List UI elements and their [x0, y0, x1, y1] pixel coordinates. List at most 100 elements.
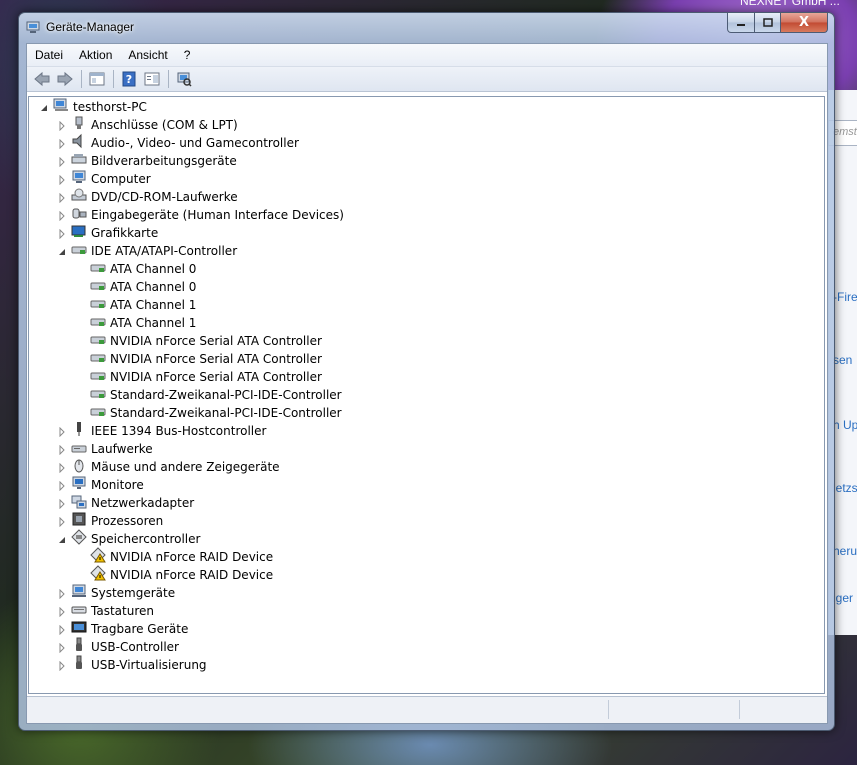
background-text-fragment: letzs	[833, 481, 857, 495]
root-computer-icon	[53, 97, 69, 117]
expand-toggle-icon[interactable]	[57, 134, 71, 153]
tree-node-label: Tastaturen	[91, 604, 154, 618]
tree-node-label: Bildverarbeitungsgeräte	[91, 154, 237, 168]
tree-device[interactable]: NVIDIA nForce Serial ATA Controller	[76, 350, 322, 368]
tree-category[interactable]: Prozessoren	[57, 512, 163, 530]
expand-toggle-icon[interactable]	[57, 602, 71, 621]
tree-category[interactable]: Laufwerke	[57, 440, 153, 458]
expand-toggle-icon[interactable]	[57, 422, 71, 441]
tree-node-label: Netzwerkadapter	[91, 496, 195, 510]
expand-toggle-icon[interactable]	[57, 638, 71, 657]
back-arrow-icon	[34, 71, 50, 87]
hard-drive-icon	[71, 439, 87, 459]
tree-node-label: ATA Channel 0	[110, 262, 197, 276]
menu-ansicht[interactable]: Ansicht	[120, 48, 175, 62]
background-text-fragment: h Up	[833, 418, 857, 432]
background-text-fragment: sen	[833, 353, 853, 367]
help-button[interactable]: ?	[118, 69, 140, 89]
tree-node-label: IDE ATA/ATAPI-Controller	[91, 244, 238, 258]
collapse-toggle-icon[interactable]	[39, 98, 53, 117]
tree-device[interactable]: ATA Channel 1	[76, 296, 196, 314]
tree-category[interactable]: USB-Controller	[57, 637, 179, 657]
console-tree-icon	[89, 72, 105, 86]
expand-toggle-icon[interactable]	[57, 188, 71, 207]
toolbar-separator	[81, 70, 82, 88]
expand-toggle-icon[interactable]	[57, 476, 71, 495]
tree-device[interactable]: NVIDIA nForce Serial ATA Controller	[76, 368, 322, 386]
tree-device[interactable]: NVIDIA nForce RAID Device	[76, 547, 274, 566]
forward-button[interactable]	[54, 69, 76, 89]
properties-button[interactable]	[141, 69, 163, 89]
console-tree-button[interactable]	[86, 69, 108, 89]
system-devices-icon	[71, 583, 87, 603]
tree-category[interactable]: Monitore	[57, 476, 144, 494]
tree-device[interactable]: ATA Channel 0	[76, 260, 196, 278]
tree-category[interactable]: Systemgeräte	[57, 584, 175, 602]
tree-node-label: Audio-, Video- und Gamecontroller	[91, 136, 299, 150]
menu-aktion[interactable]: Aktion	[71, 48, 120, 62]
background-text-fragment: heru	[833, 544, 857, 558]
collapse-toggle-icon[interactable]	[57, 242, 71, 261]
expand-toggle-icon[interactable]	[57, 512, 71, 531]
tree-category[interactable]: Anschlüsse (COM & LPT)	[57, 116, 238, 134]
tree-node-label: IEEE 1394 Bus-Hostcontroller	[91, 424, 267, 438]
monitor-icon	[71, 475, 87, 495]
tree-category[interactable]: IEEE 1394 Bus-Hostcontroller	[57, 422, 266, 440]
back-button[interactable]	[31, 69, 53, 89]
tree-category[interactable]: Eingabegeräte (Human Interface Devices)	[57, 206, 344, 224]
expand-toggle-icon[interactable]	[57, 584, 71, 603]
expand-toggle-icon[interactable]	[57, 440, 71, 459]
expand-toggle-icon[interactable]	[57, 620, 71, 639]
close-button[interactable]: X	[781, 13, 828, 33]
tree-category[interactable]: Mäuse und andere Zeigegeräte	[57, 458, 280, 476]
tree-category[interactable]: DVD/CD-ROM-Laufwerke	[57, 188, 238, 206]
tree-device[interactable]: Standard-Zweikanal-PCI-IDE-Controller	[76, 386, 342, 404]
tree-category[interactable]: Netzwerkadapter	[57, 494, 194, 512]
tree-node-label: Eingabegeräte (Human Interface Devices)	[91, 208, 344, 222]
maximize-button[interactable]	[755, 13, 781, 33]
tree-node-label: ATA Channel 1	[110, 316, 197, 330]
tree-device[interactable]: ATA Channel 1	[76, 314, 196, 332]
tree-category[interactable]: Audio-, Video- und Gamecontroller	[57, 133, 299, 153]
title-bar[interactable]: Geräte-Manager X	[19, 13, 834, 43]
tree-node-label: Systemgeräte	[91, 586, 176, 600]
scan-hardware-button[interactable]	[173, 69, 195, 89]
expand-toggle-icon[interactable]	[57, 224, 71, 243]
properties-icon	[144, 72, 160, 86]
tree-category[interactable]: USB-Virtualisierung	[57, 655, 207, 675]
usb-icon	[71, 655, 87, 675]
menu-help[interactable]: ?	[176, 48, 199, 62]
tree-category[interactable]: IDE ATA/ATAPI-Controller	[57, 242, 237, 260]
expand-toggle-icon[interactable]	[57, 170, 71, 189]
tree-device[interactable]: NVIDIA nForce Serial ATA Controller	[76, 332, 322, 350]
expand-toggle-icon[interactable]	[57, 152, 71, 171]
expand-toggle-icon[interactable]	[57, 458, 71, 477]
menu-datei[interactable]: Datei	[27, 48, 71, 62]
tree-node-label: testhorst-PC	[73, 100, 147, 114]
tree-category[interactable]: Grafikkarte	[57, 224, 158, 242]
ide-child-icon	[90, 385, 106, 405]
tree-device[interactable]: Standard-Zweikanal-PCI-IDE-Controller	[76, 404, 342, 422]
menu-bar: Datei Aktion Ansicht ?	[27, 44, 827, 67]
expand-toggle-icon[interactable]	[57, 656, 71, 675]
tree-node-label: ATA Channel 0	[110, 280, 197, 294]
expand-toggle-icon[interactable]	[57, 116, 71, 135]
tree-root[interactable]: testhorst-PC	[39, 98, 147, 116]
status-cell	[608, 700, 739, 719]
scanner-icon	[71, 151, 87, 171]
tree-node-label: Standard-Zweikanal-PCI-IDE-Controller	[110, 406, 342, 420]
tree-node-label: NVIDIA nForce RAID Device	[110, 550, 274, 564]
expand-toggle-icon[interactable]	[57, 494, 71, 513]
tree-device[interactable]: ATA Channel 0	[76, 278, 196, 296]
tree-category[interactable]: Tragbare Geräte	[57, 620, 188, 638]
expand-toggle-icon[interactable]	[57, 206, 71, 225]
tree-node-label: ATA Channel 1	[110, 298, 197, 312]
tree-device[interactable]: NVIDIA nForce RAID Device	[76, 565, 273, 584]
tree-category[interactable]: Tastaturen	[57, 602, 154, 620]
tree-category[interactable]: Computer	[57, 170, 151, 188]
collapse-toggle-icon[interactable]	[57, 530, 71, 549]
minimize-button[interactable]	[727, 13, 755, 33]
help-icon: ?	[122, 71, 136, 87]
tree-category[interactable]: Bildverarbeitungsgeräte	[57, 152, 237, 170]
tree-category[interactable]: Speichercontroller	[57, 529, 200, 549]
